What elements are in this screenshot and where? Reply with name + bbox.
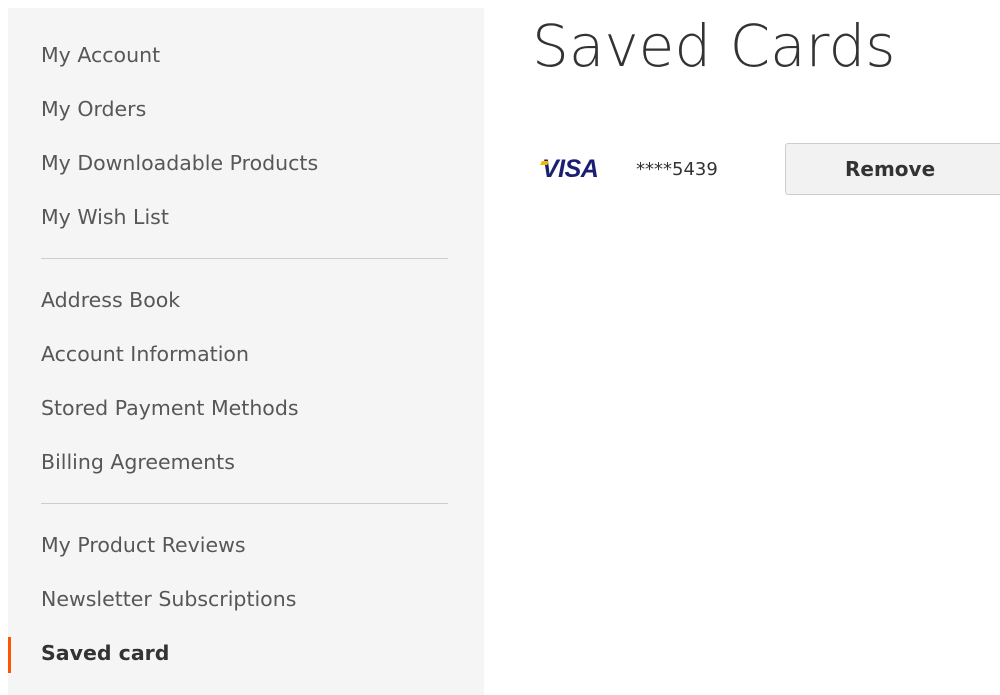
nav-divider [41, 258, 448, 259]
nav-item-saved-card[interactable]: Saved card [8, 626, 484, 680]
nav-item-my-wish-list[interactable]: My Wish List [8, 190, 484, 244]
saved-card-row: VISA ****5439 Remove [540, 143, 1000, 195]
main-content: Saved Cards VISA ****5439 Remove [532, 0, 1000, 695]
page: My Account My Orders My Downloadable Pro… [0, 0, 1000, 695]
remove-card-button[interactable]: Remove [785, 143, 1000, 195]
nav-item-my-downloadable-products[interactable]: My Downloadable Products [8, 136, 484, 190]
nav-group-settings: Address Book Account Information Stored … [8, 273, 484, 489]
nav-item-my-orders[interactable]: My Orders [8, 82, 484, 136]
nav-item-account-information[interactable]: Account Information [8, 327, 484, 381]
card-brand: VISA [542, 155, 599, 183]
nav-item-newsletter-subscriptions[interactable]: Newsletter Subscriptions [8, 572, 484, 626]
nav-item-address-book[interactable]: Address Book [8, 273, 484, 327]
page-title: Saved Cards [532, 12, 896, 80]
visa-accent-mark [540, 161, 549, 165]
nav-group-other: My Product Reviews Newsletter Subscripti… [8, 518, 484, 680]
visa-logo-icon: VISA [540, 143, 624, 195]
nav-item-billing-agreements[interactable]: Billing Agreements [8, 435, 484, 489]
masked-card-number: ****5439 [636, 158, 718, 180]
account-sidebar-nav: My Account My Orders My Downloadable Pro… [8, 8, 484, 695]
nav-item-my-account[interactable]: My Account [8, 28, 484, 82]
nav-item-my-product-reviews[interactable]: My Product Reviews [8, 518, 484, 572]
nav-divider [41, 503, 448, 504]
nav-item-stored-payment-methods[interactable]: Stored Payment Methods [8, 381, 484, 435]
nav-group-account: My Account My Orders My Downloadable Pro… [8, 8, 484, 244]
